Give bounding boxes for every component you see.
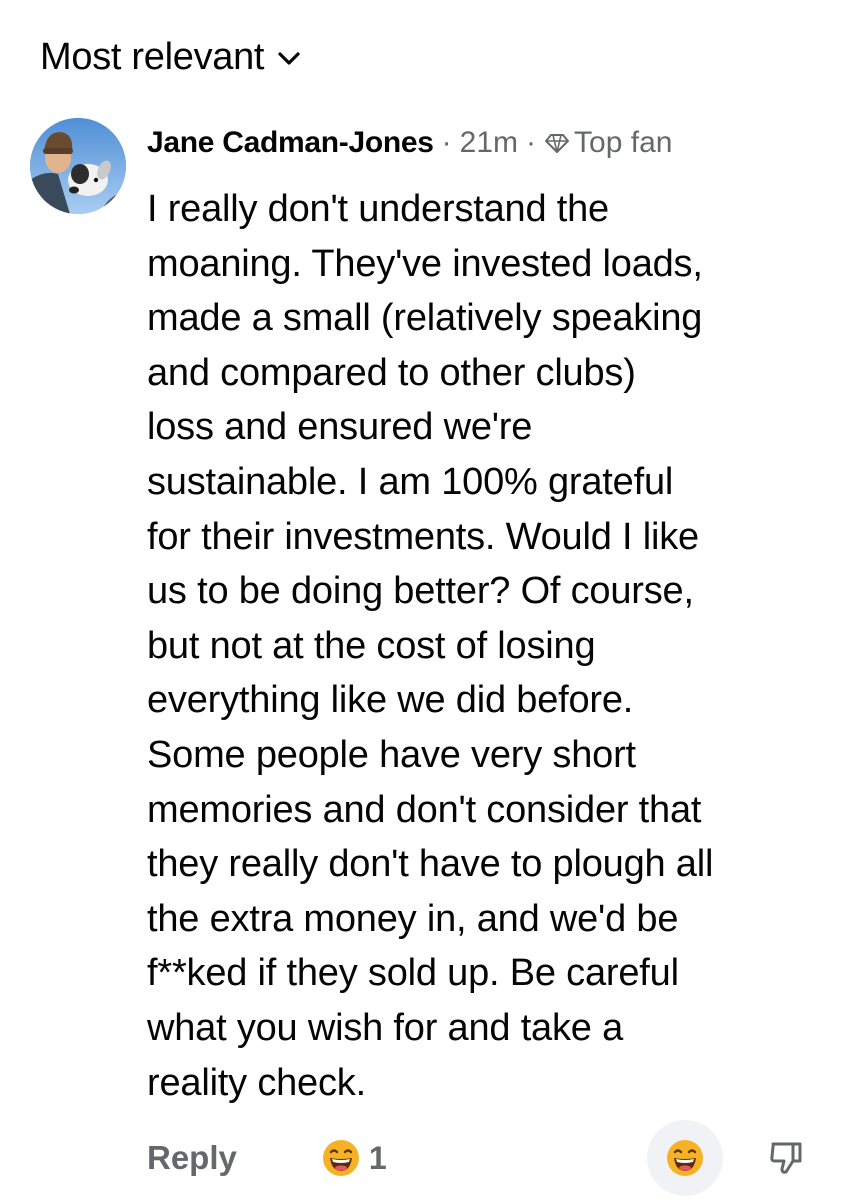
react-button[interactable]: [647, 1120, 723, 1196]
laughing-emoji-icon: [322, 1140, 359, 1176]
avatar[interactable]: [30, 118, 126, 214]
thumbs-down-icon: [770, 1142, 802, 1174]
comment-meta: Jane Cadman-Jones · 21m · Top fan: [147, 118, 837, 168]
reaction-count: 1: [368, 1139, 387, 1176]
reply-button[interactable]: Reply: [147, 1139, 237, 1177]
top-fan-badge: Top fan: [544, 126, 672, 160]
laughing-emoji-icon: [667, 1140, 703, 1176]
avatar-photo: [30, 118, 126, 214]
dislike-button[interactable]: [762, 1134, 810, 1182]
meta-separator: ·: [526, 126, 537, 159]
comment: Jane Cadman-Jones · 21m · Top fan I real…: [147, 118, 837, 1110]
sort-dropdown[interactable]: Most relevant: [40, 36, 302, 79]
comment-text: I really don't understand the moaning. T…: [147, 188, 714, 1104]
chevron-down-icon: [278, 51, 300, 65]
reaction-summary[interactable]: 1: [321, 1138, 387, 1178]
comment-author[interactable]: Jane Cadman-Jones: [147, 126, 434, 160]
comment-actions: Reply 1: [147, 1120, 827, 1196]
diamond-icon: [545, 134, 570, 153]
badge-label: Top fan: [574, 126, 673, 159]
meta-separator: ·: [441, 126, 452, 159]
comment-timestamp[interactable]: 21m: [460, 126, 518, 160]
sort-label: Most relevant: [40, 36, 265, 78]
